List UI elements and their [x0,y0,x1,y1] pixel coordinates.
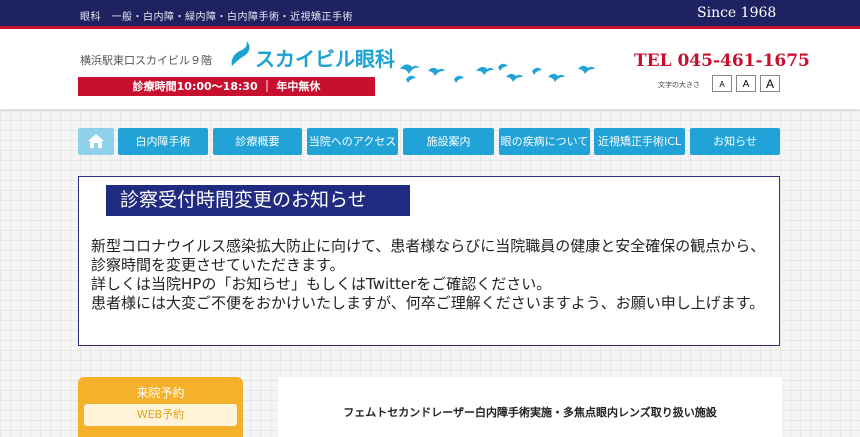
main-content: フェムトセカンドレーザー白内障手術実施・多焦点眼内レンズ取り扱い施設 [278,377,782,437]
since-year: Since 1968 [697,5,777,21]
nav-item-news[interactable]: お知らせ [690,128,780,155]
notice-title: 診察受付時間変更のお知らせ [106,185,410,216]
clinic-logo[interactable]: スカイビル眼科 [255,43,395,72]
flying-birds-icon [400,63,595,83]
clinic-tagline: 眼科 一般・白内障・緑内障・白内障手術・近視矯正手術 [80,12,353,23]
hours-banner: 診療時間10:00～18:30 ｜ 年中無休 [78,77,375,96]
logo-bird-icon [231,41,250,66]
top-bar: 眼科 一般・白内障・緑内障・白内障手術・近視矯正手術 Since 1968 [0,0,860,29]
phone-number[interactable]: TEL 045-461-1675 [634,51,810,71]
home-icon [88,134,104,148]
reservation-box: 来院予約 WEB予約 [78,377,243,437]
nav-item-icl[interactable]: 近視矯正手術ICL [594,128,685,155]
clinic-address: 横浜駅東口スカイビル９階 [80,54,212,67]
nav-item-overview[interactable]: 診療概要 [213,128,302,155]
font-size-small-button[interactable]: A [712,75,732,92]
notice-line: 詳しくは当院HPの「お知らせ」もしくはTwitterをご確認ください。 [91,275,552,293]
web-reservation-button[interactable]: WEB予約 [84,404,237,426]
font-size-label: 文字の大きさ [658,81,700,89]
main-headline: フェムトセカンドレーザー白内障手術実施・多焦点眼内レンズ取り扱い施設 [343,406,717,419]
site-header: 横浜駅東口スカイビル９階 スカイビル眼科 診療時間10:00～18:30 ｜ 年… [0,29,860,109]
notice-box: 診察受付時間変更のお知らせ 新型コロナウイルス感染拡大防止に向けて、患者様ならび… [78,176,780,346]
nav-home[interactable] [78,128,114,155]
nav-item-eye-diseases[interactable]: 眼の疾病について [499,128,590,155]
font-size-large-button[interactable]: A [760,75,780,92]
nav-item-access[interactable]: 当院へのアクセス [307,128,398,155]
reservation-heading: 来院予約 [136,386,185,400]
font-size-medium-button[interactable]: A [736,75,756,92]
nav-item-cataract-surgery[interactable]: 白内障手術 [118,128,208,155]
notice-line: 患者様には大変ご不便をおかけいたしますが、何卒ご理解くださいますよう、お願い申し… [91,294,765,312]
notice-line: 新型コロナウイルス感染拡大防止に向けて、患者様ならびに当院職員の健康と安全確保の… [91,237,766,274]
notice-body: 新型コロナウイルス感染拡大防止に向けて、患者様ならびに当院職員の健康と安全確保の… [91,237,775,313]
nav-item-facility[interactable]: 施設案内 [403,128,494,155]
